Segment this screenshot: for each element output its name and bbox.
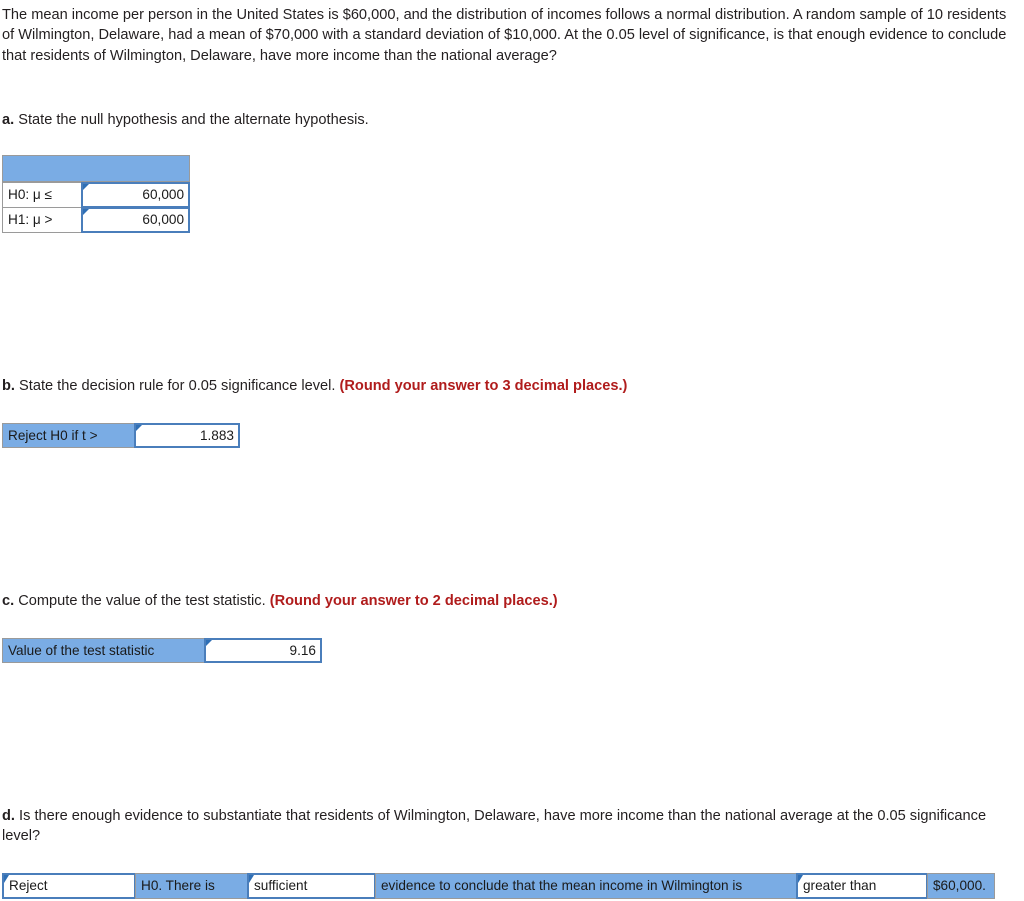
test-statistic-value-input[interactable]: 9.16 — [204, 638, 322, 663]
part-d-letter: d. — [2, 808, 15, 824]
conclusion-decision-dropdown[interactable]: Reject — [2, 873, 136, 899]
comment-flag-icon — [83, 209, 89, 215]
null-hypothesis-label: H0: μ ≤ — [2, 182, 82, 208]
part-c-letter: c. — [2, 593, 15, 609]
decision-rule-value: 1.883 — [199, 427, 234, 443]
part-c-round-note: (Round your answer to 2 decimal places.) — [269, 593, 558, 609]
conclusion-comparison-dropdown[interactable]: greater than — [796, 873, 928, 899]
hypothesis-table: H0: μ ≤ 60,000 H1: μ > 60,000 — [2, 155, 190, 234]
part-d-text: Is there enough evidence to substantiate… — [2, 808, 987, 845]
test-statistic-label: Value of the test statistic — [2, 638, 205, 663]
part-a-heading: a. State the null hypothesis and the alt… — [2, 110, 1020, 130]
conclusion-comparison-value: greater than — [803, 878, 877, 894]
comment-flag-icon — [206, 640, 212, 646]
part-d-heading: d. Is there enough evidence to substanti… — [2, 806, 1020, 847]
conclusion-static-text-2: evidence to conclude that the mean incom… — [375, 873, 797, 899]
null-hypothesis-value-input[interactable]: 60,000 — [81, 182, 190, 208]
part-b-heading: b. State the decision rule for 0.05 sign… — [2, 376, 1020, 396]
conclusion-decision-value: Reject — [9, 878, 48, 894]
part-b-letter: b. — [2, 378, 15, 394]
null-hypothesis-value: 60,000 — [142, 187, 184, 203]
conclusion-sufficiency-dropdown[interactable]: sufficient — [247, 873, 376, 899]
part-b-round-note: (Round your answer to 3 decimal places.) — [339, 378, 628, 394]
comment-flag-icon — [83, 184, 89, 190]
conclusion-static-text-1: H0. There is — [135, 873, 248, 899]
comment-flag-icon — [136, 425, 142, 431]
part-c-heading: c. Compute the value of the test statist… — [2, 591, 1020, 611]
alternate-hypothesis-value: 60,000 — [142, 212, 184, 228]
part-a-letter: a. — [2, 112, 15, 128]
test-statistic-value: 9.16 — [289, 642, 316, 658]
alternate-hypothesis-label: H1: μ > — [2, 207, 82, 233]
decision-rule-label: Reject H0 if t > — [2, 423, 135, 448]
problem-statement: The mean income per person in the United… — [2, 7, 1007, 64]
conclusion-amount-text: $60,000. — [927, 873, 995, 899]
conclusion-sufficiency-value: sufficient — [254, 878, 308, 894]
part-a-text: State the null hypothesis and the altern… — [18, 112, 369, 128]
part-c-text: Compute the value of the test statistic. — [18, 593, 266, 609]
part-b-text: State the decision rule for 0.05 signifi… — [19, 378, 336, 394]
alternate-hypothesis-value-input[interactable]: 60,000 — [81, 207, 190, 233]
decision-rule-value-input[interactable]: 1.883 — [134, 423, 240, 448]
hypothesis-table-header — [2, 155, 190, 182]
